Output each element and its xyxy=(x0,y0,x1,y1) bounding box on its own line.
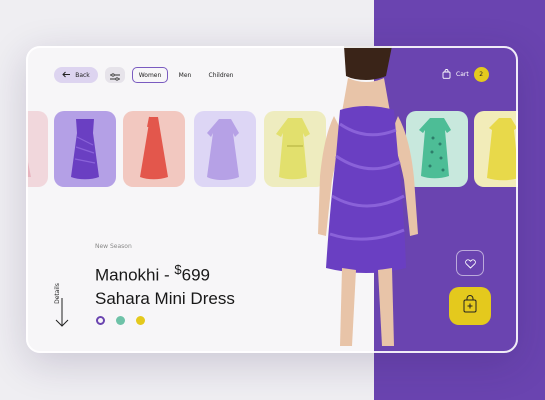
carousel-item[interactable] xyxy=(194,111,256,187)
carousel-item[interactable] xyxy=(123,111,185,187)
tab-men[interactable]: Men xyxy=(174,67,196,83)
cart-label: Cart xyxy=(456,71,469,78)
cart-button[interactable]: Cart 2 xyxy=(442,67,489,82)
product-name-line2: Sahara Mini Dress xyxy=(95,288,235,308)
color-swatch-yellow[interactable] xyxy=(136,316,145,325)
filter-button[interactable] xyxy=(105,67,125,83)
back-label: Back xyxy=(75,71,90,79)
color-swatch-green[interactable] xyxy=(116,316,125,325)
bag-plus-icon xyxy=(462,295,478,317)
filter-icon xyxy=(110,66,120,85)
details-link[interactable]: Details xyxy=(49,272,79,332)
add-to-bag-button[interactable] xyxy=(449,287,491,325)
hero-model-image xyxy=(306,46,426,353)
tab-children[interactable]: Children xyxy=(204,67,238,83)
price-symbol: $ xyxy=(174,262,182,277)
carousel-item[interactable] xyxy=(26,111,48,187)
carousel-item[interactable] xyxy=(474,111,518,187)
product-title: Manokhi - $699 Sahara Mini Dress xyxy=(95,258,235,310)
tab-women[interactable]: Women xyxy=(132,67,168,83)
season-label: New Season xyxy=(95,243,132,250)
cart-count-badge: 2 xyxy=(473,67,489,82)
product-price: 699 xyxy=(181,265,210,285)
arrow-left-icon xyxy=(62,71,71,80)
heart-icon xyxy=(464,254,476,273)
wishlist-button[interactable] xyxy=(456,250,484,276)
color-swatch-purple[interactable] xyxy=(96,316,105,325)
product-name-line1: Manokhi - xyxy=(95,265,170,285)
back-button[interactable]: Back xyxy=(54,67,98,83)
bag-icon xyxy=(442,68,451,81)
arrow-down-icon xyxy=(55,298,69,332)
product-card: Back Women Men Children Cart 2 New Seaso… xyxy=(26,46,518,353)
carousel-item-selected[interactable] xyxy=(54,111,116,187)
